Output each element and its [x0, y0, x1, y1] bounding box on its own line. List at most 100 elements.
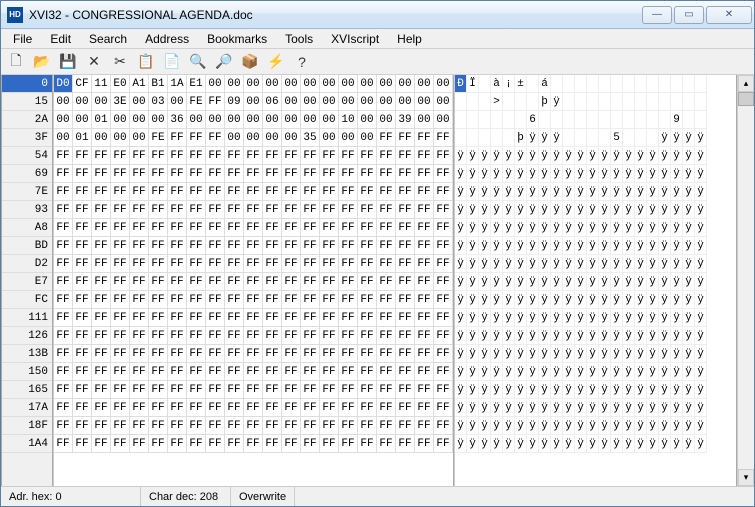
char-cell[interactable]: ÿ [563, 201, 575, 219]
hex-cell[interactable]: FF [111, 417, 130, 435]
char-cell[interactable]: ÿ [467, 255, 479, 273]
hex-cell[interactable]: FF [339, 237, 358, 255]
char-cell[interactable]: ÿ [491, 291, 503, 309]
char-cell[interactable]: ÿ [635, 345, 647, 363]
hex-cell[interactable]: 00 [396, 93, 415, 111]
char-cell[interactable]: ÿ [659, 381, 671, 399]
char-cell[interactable]: ÿ [599, 381, 611, 399]
hex-cell[interactable]: FF [358, 201, 377, 219]
char-cell[interactable]: ÿ [599, 219, 611, 237]
char-cell[interactable]: ÿ [467, 399, 479, 417]
char-cell[interactable]: ÿ [491, 381, 503, 399]
char-cell[interactable]: ÿ [575, 255, 587, 273]
char-cell[interactable]: ÿ [635, 291, 647, 309]
hex-cell[interactable]: FF [225, 201, 244, 219]
char-cell[interactable]: ÿ [551, 435, 563, 453]
char-cell[interactable]: ÿ [515, 435, 527, 453]
char-cell[interactable]: ÿ [635, 165, 647, 183]
char-cell[interactable]: ÿ [683, 273, 695, 291]
hex-cell[interactable]: 00 [263, 75, 282, 93]
hex-cell[interactable]: FF [244, 291, 263, 309]
char-cell[interactable] [599, 93, 611, 111]
char-cell[interactable]: ÿ [611, 183, 623, 201]
char-cell[interactable]: ÿ [695, 273, 707, 291]
hex-cell[interactable]: FF [187, 165, 206, 183]
char-cell[interactable]: ÿ [503, 363, 515, 381]
char-cell[interactable]: ÿ [491, 165, 503, 183]
char-cell[interactable]: ÿ [683, 255, 695, 273]
hex-cell[interactable]: FF [92, 291, 111, 309]
hex-cell[interactable]: FF [263, 291, 282, 309]
scroll-down-button[interactable]: ▾ [738, 469, 754, 486]
hex-cell[interactable]: FF [358, 255, 377, 273]
hex-cell[interactable]: FF [282, 237, 301, 255]
hex-cell[interactable]: FF [396, 219, 415, 237]
hex-cell[interactable]: 00 [130, 93, 149, 111]
char-cell[interactable]: ÿ [695, 129, 707, 147]
hex-cell[interactable]: FF [206, 399, 225, 417]
hex-cell[interactable]: FF [396, 201, 415, 219]
char-cell[interactable]: ÿ [491, 399, 503, 417]
hex-cell[interactable]: FF [111, 237, 130, 255]
hex-cell[interactable]: FF [168, 345, 187, 363]
hex-cell[interactable]: B1 [149, 75, 168, 93]
hex-cell[interactable]: FF [282, 399, 301, 417]
char-cell[interactable]: ÿ [551, 129, 563, 147]
char-cell[interactable]: ÿ [671, 219, 683, 237]
char-cell[interactable]: ÿ [635, 309, 647, 327]
hex-cell[interactable]: FF [130, 165, 149, 183]
char-cell[interactable]: ÿ [551, 255, 563, 273]
hex-cell[interactable]: FF [187, 435, 206, 453]
hex-cell[interactable]: FF [434, 381, 453, 399]
hex-cell[interactable]: FF [244, 327, 263, 345]
char-cell[interactable]: ÿ [491, 147, 503, 165]
char-cell[interactable]: ÿ [503, 417, 515, 435]
hex-cell[interactable]: FF [54, 237, 73, 255]
char-cell[interactable]: ÿ [467, 363, 479, 381]
hex-cell[interactable]: FF [301, 291, 320, 309]
char-cell[interactable]: ÿ [527, 417, 539, 435]
hex-cell[interactable]: 39 [396, 111, 415, 129]
hex-cell[interactable]: FF [149, 381, 168, 399]
char-cell[interactable]: ÿ [683, 147, 695, 165]
hex-cell[interactable]: FF [415, 129, 434, 147]
hex-cell[interactable]: FF [358, 219, 377, 237]
hex-cell[interactable]: 00 [225, 129, 244, 147]
hex-cell[interactable]: 00 [396, 75, 415, 93]
char-cell[interactable]: ÿ [623, 165, 635, 183]
char-cell[interactable]: ÿ [551, 93, 563, 111]
hex-cell[interactable]: D0 [54, 75, 73, 93]
hex-cell[interactable]: FF [244, 147, 263, 165]
hex-cell[interactable]: FF [92, 435, 111, 453]
hex-cell[interactable]: FF [320, 345, 339, 363]
hex-cell[interactable]: FF [168, 291, 187, 309]
char-cell[interactable]: ÿ [527, 183, 539, 201]
hex-cell[interactable]: FF [206, 201, 225, 219]
address-cell[interactable]: 69 [2, 165, 52, 183]
hex-cell[interactable]: 00 [263, 129, 282, 147]
hex-cell[interactable]: FF [130, 309, 149, 327]
hex-cell[interactable]: FF [301, 417, 320, 435]
hex-cell[interactable]: FF [130, 273, 149, 291]
hex-cell[interactable]: FF [415, 237, 434, 255]
hex-cell[interactable]: 00 [111, 111, 130, 129]
char-cell[interactable]: ÿ [503, 165, 515, 183]
char-cell[interactable]: ÿ [671, 399, 683, 417]
hex-cell[interactable]: FF [396, 417, 415, 435]
char-cell[interactable]: ÿ [695, 255, 707, 273]
char-cell[interactable] [683, 93, 695, 111]
hex-cell[interactable]: FF [282, 273, 301, 291]
char-cell[interactable]: ÿ [599, 291, 611, 309]
hex-cell[interactable]: CF [73, 75, 92, 93]
hex-cell[interactable]: FF [282, 219, 301, 237]
hex-cell[interactable]: 00 [358, 111, 377, 129]
char-cell[interactable]: ÿ [623, 435, 635, 453]
hex-cell[interactable]: 00 [73, 111, 92, 129]
hex-cell[interactable]: 3E [111, 93, 130, 111]
char-cell[interactable]: ÿ [659, 273, 671, 291]
char-cell[interactable] [587, 75, 599, 93]
hex-cell[interactable]: FF [434, 183, 453, 201]
hex-cell[interactable]: FF [92, 399, 111, 417]
hex-cell[interactable]: FF [168, 417, 187, 435]
hex-cell[interactable]: FF [92, 363, 111, 381]
